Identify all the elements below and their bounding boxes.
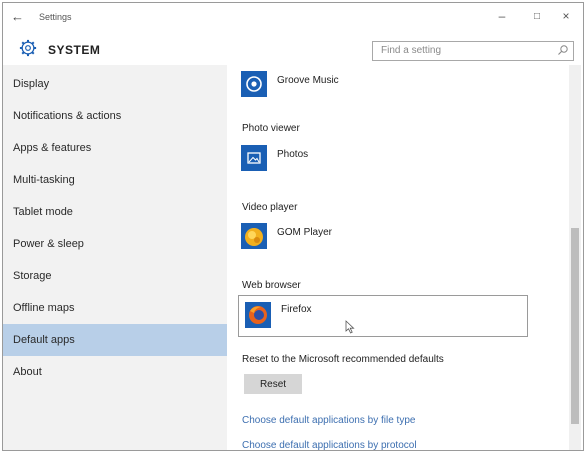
search-input[interactable]: Find a setting <box>372 41 574 61</box>
sidebar-item-power-sleep[interactable]: Power & sleep <box>3 228 227 260</box>
title-bar: ← Settings – □ × <box>3 3 583 33</box>
video-app-name: GOM Player <box>277 227 333 238</box>
sidebar-item-offline-maps[interactable]: Offline maps <box>3 292 227 324</box>
sidebar-item-label: Power & sleep <box>13 238 84 250</box>
default-apps-panel: Groove Music Photo viewer Photos Video p… <box>227 65 567 450</box>
settings-window: ← Settings – □ × SYSTEM Find a setting D… <box>2 2 584 451</box>
mouse-cursor-icon <box>345 320 355 334</box>
scrollbar-thumb[interactable] <box>571 228 579 424</box>
sidebar: Display Notifications & actions Apps & f… <box>3 65 227 450</box>
groove-music-icon <box>241 71 267 97</box>
maximize-button[interactable]: □ <box>529 11 545 22</box>
gear-icon <box>19 39 37 57</box>
sidebar-item-label: Multi-tasking <box>13 174 75 186</box>
browser-app-name: Firefox <box>281 304 312 315</box>
sidebar-item-multitasking[interactable]: Multi-tasking <box>3 164 227 196</box>
sidebar-item-apps-features[interactable]: Apps & features <box>3 132 227 164</box>
reset-label: Reset to the Microsoft recommended defau… <box>242 354 444 365</box>
firefox-icon <box>245 302 271 328</box>
sidebar-item-label: About <box>13 366 42 378</box>
sidebar-item-tablet-mode[interactable]: Tablet mode <box>3 196 227 228</box>
web-browser-label: Web browser <box>242 280 301 291</box>
sidebar-item-label: Tablet mode <box>13 206 73 218</box>
sidebar-item-label: Display <box>13 78 50 90</box>
close-button[interactable]: × <box>558 9 574 23</box>
music-app-name: Groove Music <box>277 75 339 86</box>
minimize-button[interactable]: – <box>494 9 510 23</box>
window-title: Settings <box>39 12 72 22</box>
sidebar-item-label: Notifications & actions <box>13 110 122 122</box>
sidebar-item-notifications[interactable]: Notifications & actions <box>3 100 227 132</box>
photos-icon <box>241 145 267 171</box>
gom-player-icon <box>241 223 267 249</box>
sidebar-item-display[interactable]: Display <box>3 68 227 100</box>
web-browser-selector[interactable]: Firefox <box>238 295 528 337</box>
reset-button[interactable]: Reset <box>244 374 302 394</box>
sidebar-item-default-apps[interactable]: Default apps <box>3 324 227 356</box>
search-icon[interactable] <box>557 44 569 56</box>
sidebar-item-about[interactable]: About <box>3 356 227 388</box>
link-by-protocol[interactable]: Choose default applications by protocol <box>242 440 417 450</box>
back-arrow-icon[interactable]: ← <box>11 9 24 24</box>
section-title: SYSTEM <box>48 43 101 57</box>
sidebar-item-label: Storage <box>13 270 52 282</box>
photo-app-name: Photos <box>277 149 309 160</box>
link-by-file-type[interactable]: Choose default applications by file type <box>242 415 415 426</box>
video-player-label: Video player <box>242 202 298 213</box>
sidebar-item-label: Apps & features <box>13 142 92 154</box>
photo-viewer-label: Photo viewer <box>242 123 300 134</box>
sidebar-item-label: Offline maps <box>13 302 75 314</box>
sidebar-item-label: Default apps <box>13 334 75 346</box>
search-placeholder: Find a setting <box>381 45 442 56</box>
scrollbar[interactable] <box>569 65 581 450</box>
sidebar-item-storage[interactable]: Storage <box>3 260 227 292</box>
